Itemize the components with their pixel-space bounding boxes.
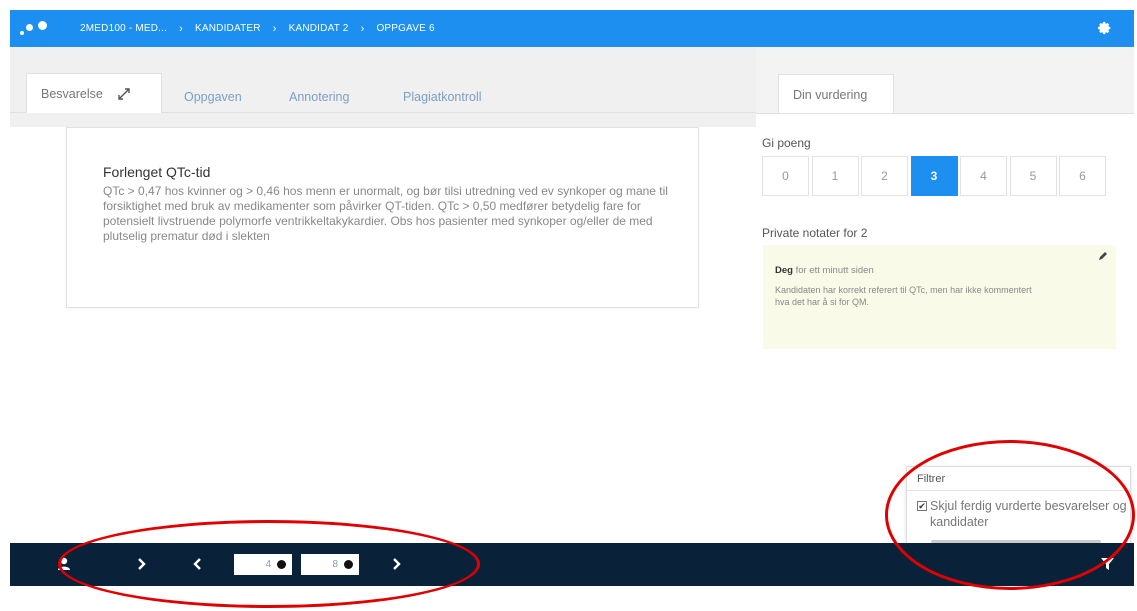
breadcrumb-course[interactable]: 2MED100 - MED... [80, 23, 167, 34]
chevron-right-icon: › [360, 22, 365, 35]
filter-title: Filtrer [907, 467, 1130, 491]
filter-option-label: Skjul ferdig vurderte besvarelser og kan… [930, 499, 1127, 529]
chevron-right-icon: › [179, 22, 183, 35]
dot-icon [277, 560, 286, 569]
answer-tabs: Besvarelse Oppgaven Annotering Plagiatko… [10, 47, 756, 114]
breadcrumb-kandidater[interactable]: KANDIDATER [195, 23, 261, 34]
answer-text: QTc > 0,47 hos kvinner og > 0,46 hos men… [103, 184, 668, 243]
score-button-4[interactable]: 4 [960, 156, 1007, 196]
answer-card: Forlenget QTc-tid QTc > 0,47 hos kvinner… [66, 127, 699, 308]
score-button-1[interactable]: 1 [811, 156, 859, 196]
score-button-2[interactable]: 2 [861, 156, 908, 196]
score-button-3[interactable]: 3 [910, 156, 958, 196]
note-author: Deg [775, 265, 793, 276]
tab-din-vurdering[interactable]: Din vurdering [778, 74, 894, 114]
filter-icon[interactable] [1101, 557, 1114, 571]
filter-popup: Filtrer ✔ Skjul ferdig vurderte besvarel… [906, 466, 1131, 544]
score-button-0[interactable]: 0 [762, 156, 809, 196]
app-logo[interactable] [16, 10, 56, 47]
expand-icon[interactable] [117, 87, 131, 101]
note-time: for ett minutt siden [795, 265, 874, 276]
tab-oppgaven[interactable]: Oppgaven [184, 90, 242, 104]
pencil-icon[interactable] [1098, 251, 1108, 261]
gear-icon[interactable] [1098, 21, 1112, 35]
chevron-right-icon[interactable] [392, 557, 402, 571]
score-selector: 0 1 2 3 4 5 6 [762, 156, 1109, 196]
score-button-5[interactable]: 5 [1009, 156, 1057, 196]
note-text: Kandidaten har korrekt referert til QTc,… [775, 285, 1032, 307]
breadcrumb-kandidat[interactable]: KANDIDAT 2 [289, 23, 349, 34]
tab-plagiatkontroll[interactable]: Plagiatkontroll [403, 90, 482, 104]
tab-besvarelse[interactable]: Besvarelse [26, 73, 162, 114]
answer-body: Forlenget QTc-tid QTc > 0,47 hos kvinner… [10, 113, 756, 543]
chevron-right-icon: › [272, 22, 277, 35]
checkbox-checked-icon[interactable]: ✔ [917, 501, 927, 511]
pager-1[interactable]: 4 [234, 554, 292, 575]
chevron-right-icon[interactable] [137, 557, 147, 571]
answer-title: Forlenget QTc-tid [103, 164, 211, 180]
tab-annotering[interactable]: Annotering [289, 90, 349, 104]
filter-option[interactable]: ✔ Skjul ferdig vurderte besvarelser og k… [907, 491, 1130, 530]
bottom-bar: 4 8 [10, 543, 1134, 586]
private-notes[interactable]: Deg for ett minutt siden Kandidaten har … [763, 245, 1116, 349]
chevron-left-icon[interactable] [192, 557, 202, 571]
pager-2-value: 8 [332, 559, 338, 570]
score-label: Gi poeng [762, 136, 811, 150]
note-meta: Deg for ett minutt siden [775, 265, 1104, 276]
notes-label: Private notater for 2 [762, 226, 868, 240]
pager-1-value: 4 [265, 559, 271, 570]
score-button-6[interactable]: 6 [1059, 156, 1106, 196]
dot-icon [344, 560, 353, 569]
breadcrumb-oppgave[interactable]: OPPGAVE 6 [376, 23, 434, 34]
top-bar: 2MED100 - MED... › KANDIDATER › KANDIDAT… [10, 10, 1134, 47]
user-icon[interactable] [57, 557, 71, 571]
pager-2[interactable]: 8 [301, 554, 359, 575]
breadcrumb: 2MED100 - MED... › KANDIDATER › KANDIDAT… [80, 23, 435, 35]
answer-panel: Besvarelse Oppgaven Annotering Plagiatko… [10, 47, 756, 543]
